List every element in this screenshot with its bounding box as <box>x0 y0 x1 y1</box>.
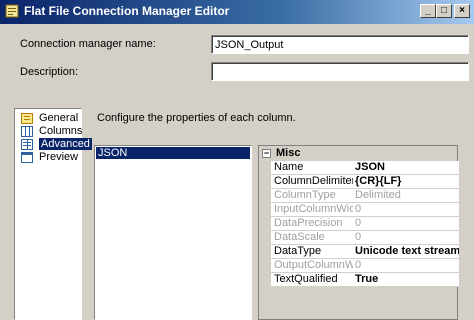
property-name: DataPrecision <box>271 217 354 231</box>
nav-item-label: Advanced <box>39 138 92 150</box>
property-name: OutputColumnWid <box>271 259 354 273</box>
nav-item-label: Columns <box>39 125 83 137</box>
property-row[interactable]: DataType Unicode text stream <box>271 245 459 259</box>
property-value[interactable]: JSON <box>353 161 459 175</box>
columns-icon <box>21 126 33 137</box>
nav-item-general[interactable]: General <box>19 112 81 125</box>
property-value: 0 <box>353 217 459 231</box>
property-value[interactable]: {CR}{LF} <box>353 175 459 189</box>
instruction-text: Configure the properties of each column. <box>97 112 296 124</box>
column-list[interactable]: JSON <box>94 145 252 320</box>
property-value: 0 <box>353 231 459 245</box>
property-row[interactable]: InputColumnWidth0 <box>271 203 459 217</box>
category-label: Misc <box>276 147 301 159</box>
app-icon <box>5 4 19 18</box>
description-input[interactable] <box>211 62 469 81</box>
property-value: 0 <box>353 259 459 273</box>
property-name: InputColumnWidth <box>271 203 354 217</box>
connection-name-label: Connection manager name: <box>20 38 156 50</box>
list-item[interactable]: JSON <box>96 147 250 159</box>
nav-item-columns[interactable]: Columns <box>19 125 83 138</box>
property-name: DataScale <box>271 231 354 245</box>
maximize-button[interactable]: □ <box>436 4 452 18</box>
minimize-button[interactable]: _ <box>420 4 436 18</box>
property-row[interactable]: Name JSON <box>271 161 459 175</box>
property-name: TextQualified <box>271 273 354 287</box>
property-row[interactable]: DataScale 0 <box>271 231 459 245</box>
property-row[interactable]: ColumnDelimiter {CR}{LF} <box>271 175 459 189</box>
property-row[interactable]: ColumnType Delimited <box>271 189 459 203</box>
property-name: Name <box>271 161 354 175</box>
property-row[interactable]: TextQualified True <box>271 273 459 287</box>
property-grid[interactable]: − Misc Name JSON ColumnDelimiter {CR}{LF} Co… <box>258 145 459 320</box>
nav-item-label: General <box>39 112 79 124</box>
nav-item-preview[interactable]: Preview <box>19 151 81 164</box>
connection-name-input[interactable] <box>211 35 469 54</box>
window-title: Flat File Connection Manager Editor <box>24 4 230 18</box>
nav-item-advanced[interactable]: Advanced <box>19 138 92 151</box>
property-name: DataType <box>271 245 354 259</box>
general-icon <box>21 113 33 124</box>
close-button[interactable]: × <box>454 4 470 18</box>
page-navigation-list: General Columns Advanced Preview <box>14 108 92 320</box>
property-name: ColumnType <box>271 189 354 203</box>
property-row[interactable]: OutputColumnWid0 <box>271 259 459 273</box>
nav-item-label: Preview <box>39 151 79 163</box>
title-bar: Flat File Connection Manager Editor _ □ … <box>0 0 474 24</box>
property-value: Delimited <box>353 189 459 203</box>
property-row[interactable]: DataPrecision 0 <box>271 217 459 231</box>
property-name: ColumnDelimiter <box>271 175 354 189</box>
description-label: Description: <box>20 66 79 78</box>
property-category-header[interactable]: − Misc <box>259 146 457 161</box>
advanced-icon <box>21 139 33 150</box>
collapse-icon[interactable]: − <box>262 149 271 158</box>
preview-icon <box>21 152 33 163</box>
property-value: 0 <box>353 203 459 217</box>
property-value[interactable]: Unicode text stream <box>353 245 459 259</box>
property-value[interactable]: True <box>353 273 459 287</box>
